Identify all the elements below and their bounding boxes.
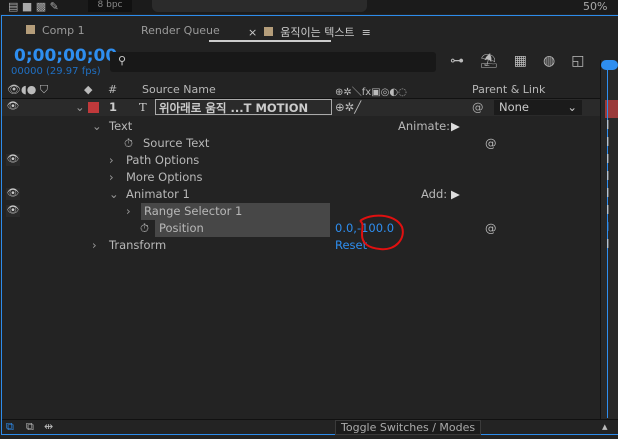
zoom-slider-icon[interactable]: ▴: [602, 420, 608, 433]
parent-dropdown[interactable]: None ⌄: [494, 100, 582, 115]
search-input[interactable]: ⚲: [110, 52, 436, 72]
prop-label: Transform: [109, 238, 167, 252]
label-icon[interactable]: ◆: [84, 83, 92, 96]
column-number: #: [108, 83, 118, 96]
column-parent-link[interactable]: Parent & Link: [472, 83, 545, 96]
layer-name[interactable]: 위아래로 움직 ...T MOTION: [155, 99, 332, 115]
keyframe-ibeam-icon: I: [606, 118, 610, 132]
prop-path-options[interactable]: 👁 › Path Options: [2, 152, 600, 169]
prop-animator-1[interactable]: 👁 ⌄ Animator 1 Add: ▶: [2, 186, 600, 203]
timecode[interactable]: 0;00;00;00: [14, 46, 117, 66]
pickwhip-icon[interactable]: @: [485, 136, 497, 150]
keyframe-ibeam-icon: I: [606, 152, 610, 166]
tab-label: 움직이는 텍스트: [280, 26, 355, 39]
av-switch-icons[interactable]: 👁◖● ⛉: [7, 83, 48, 97]
layer-switches-toggle-icon[interactable]: ⧉: [6, 420, 14, 434]
timeline-area[interactable]: I I I I I I I I: [600, 60, 618, 420]
zoom-level[interactable]: 50%: [583, 0, 607, 13]
prop-label: Path Options: [126, 153, 200, 167]
tab-label: Comp 1: [42, 24, 85, 37]
red-annotation-circle: [359, 214, 404, 251]
toolbar-bar: [152, 0, 367, 12]
tab-render-queue[interactable]: Render Queue: [141, 24, 220, 37]
chevron-right-icon[interactable]: ›: [126, 204, 131, 218]
chevron-right-icon[interactable]: ›: [92, 238, 97, 252]
chevron-down-icon[interactable]: ⌄: [75, 100, 85, 114]
eye-icon[interactable]: 👁: [6, 205, 20, 217]
keyframe-ibeam-icon: I: [606, 169, 610, 183]
prop-range-selector[interactable]: 👁 › Range Selector 1: [2, 203, 600, 220]
prop-position[interactable]: ⏱ Position 0.0,-100.0 @: [2, 220, 600, 237]
keyframe-ibeam-icon: I: [606, 203, 610, 217]
in-out-toggle-icon[interactable]: ⇹: [44, 420, 53, 433]
parent-value: None: [499, 100, 530, 114]
switch-icons[interactable]: ⊕✲＼fx▣◎◐◌: [335, 83, 407, 98]
eye-icon[interactable]: 👁: [6, 154, 20, 166]
comp-tool-icons[interactable]: ⊶⛱▦◍◱: [450, 53, 600, 69]
prop-label: Source Text: [143, 136, 210, 150]
tab-comp-1[interactable]: Comp 1: [26, 24, 85, 37]
layer-number: 1: [109, 100, 118, 114]
prop-more-options[interactable]: › More Options: [2, 169, 600, 186]
bpc-button[interactable]: 8 bpc: [88, 0, 132, 12]
keyframe-ibeam-icon: I: [606, 237, 610, 251]
tab-active-comp[interactable]: × 움직이는 텍스트 ≡: [248, 24, 371, 40]
layer-row[interactable]: 👁 ⌄ 1 T 위아래로 움직 ...T MOTION ⊕✲╱ @ None ⌄: [2, 99, 600, 116]
eye-icon[interactable]: 👁: [6, 101, 20, 113]
play-icon[interactable]: ▶: [451, 187, 460, 201]
label-color[interactable]: [88, 102, 99, 113]
chevron-down-icon[interactable]: ⌄: [92, 119, 102, 133]
stopwatch-icon[interactable]: ⏱: [124, 136, 133, 151]
column-header: 👁◖● ⛉ ◆ # Source Name ⊕✲＼fx▣◎◐◌ Parent &…: [2, 82, 600, 99]
close-icon[interactable]: ×: [248, 26, 257, 39]
prop-label: Text: [109, 119, 133, 133]
eye-icon[interactable]: 👁: [6, 188, 20, 200]
prop-label: More Options: [126, 170, 203, 184]
stopwatch-icon[interactable]: ⏱: [140, 221, 149, 236]
chevron-down-icon[interactable]: ⌄: [109, 187, 119, 201]
comp-swatch-icon: [264, 27, 274, 36]
work-area-bar[interactable]: [601, 60, 618, 70]
chevron-down-icon: ⌄: [567, 100, 577, 114]
prop-label: Range Selector 1: [144, 204, 243, 218]
chevron-right-icon[interactable]: ›: [109, 170, 114, 184]
play-icon[interactable]: ▶: [451, 119, 460, 133]
toolbar-icons[interactable]: ▤ ■ ▩ ✎: [8, 0, 59, 13]
column-source-name[interactable]: Source Name: [142, 83, 216, 96]
menu-icon[interactable]: ≡: [362, 26, 371, 39]
pickwhip-icon[interactable]: @: [472, 100, 484, 114]
keyframe-ibeam-icon: I: [606, 135, 610, 149]
transfer-controls-icon[interactable]: ⧉: [26, 420, 34, 434]
keyframe-ibeam-icon: I: [606, 186, 610, 200]
top-toolbar: ▤ ■ ▩ ✎ 8 bpc 50%: [0, 0, 618, 14]
toggle-switches-modes-button[interactable]: Toggle Switches / Modes: [335, 420, 482, 435]
text-layer-icon: T: [139, 100, 147, 114]
add-menu[interactable]: Add:: [421, 187, 447, 201]
frame-rate: 00000 (29.97 fps): [11, 66, 101, 77]
chevron-right-icon[interactable]: ›: [109, 153, 114, 167]
comp-swatch-icon: [26, 25, 35, 34]
prop-source-text[interactable]: ⏱ Source Text @: [2, 135, 600, 152]
prop-label: Position: [159, 221, 204, 235]
keyframe-ibeam-icon: I: [606, 220, 610, 234]
layer-switches[interactable]: ⊕✲╱: [335, 100, 361, 114]
pickwhip-icon[interactable]: @: [485, 221, 497, 235]
footer: ⧉ ⧉ ⇹ Toggle Switches / Modes ▴: [2, 419, 618, 435]
active-tab-underline: [209, 40, 331, 42]
prop-text[interactable]: ⌄ Text Animate: ▶: [2, 118, 600, 135]
prop-label: Animator 1: [126, 187, 190, 201]
animate-menu[interactable]: Animate:: [398, 119, 450, 133]
search-icon: ⚲: [118, 54, 127, 67]
prop-transform[interactable]: › Transform Reset: [2, 237, 600, 254]
